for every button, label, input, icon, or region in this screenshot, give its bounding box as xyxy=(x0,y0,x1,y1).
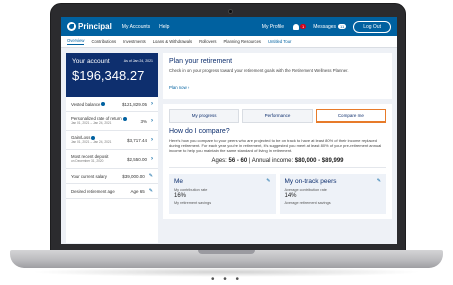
tab-label: Compare me xyxy=(337,113,364,118)
peers-rate-value: 14% xyxy=(284,193,297,199)
peers-title: My on-track peers xyxy=(284,178,337,185)
laptop-lid: Principal My Accounts Help My Profile 1 … xyxy=(50,3,406,252)
chevron-right-icon[interactable]: › xyxy=(151,101,153,107)
peers-column: My on-track peers ✎ Average contribution … xyxy=(279,174,386,214)
info-icon[interactable] xyxy=(122,116,127,121)
top-navbar: Principal My Accounts Help My Profile 1 … xyxy=(61,17,397,36)
nav-my-accounts[interactable]: My Accounts xyxy=(122,24,150,30)
bell-icon[interactable] xyxy=(293,23,300,30)
retirement-age-row[interactable]: Desired retirement age Age 65 ✎ xyxy=(66,184,158,199)
compare-title: How do I compare? xyxy=(169,128,230,135)
row-value: Age 65 xyxy=(130,188,145,194)
edit-icon[interactable]: ✎ xyxy=(149,188,153,194)
subnav-planning[interactable]: Planning Resources xyxy=(224,39,261,44)
account-panel: Your account As of Jan 24, 2021 $196,348… xyxy=(66,53,158,243)
peer-filter: Ages: 56 - 60 | Annual income: $80,000 -… xyxy=(169,158,386,168)
row-sublabel: Jan 01, 2021 – Jan 24, 2021 xyxy=(71,121,112,125)
tab-performance[interactable]: Performance xyxy=(242,109,313,123)
compare-section: How do I compare? Here's how you compare… xyxy=(169,128,386,214)
laptop-mockup: Principal My Accounts Help My Profile 1 … xyxy=(0,0,453,285)
income-value: $80,000 - $89,999 xyxy=(294,158,344,164)
row-value: $3,717.44 xyxy=(126,137,147,143)
tab-label: Performance xyxy=(264,113,291,118)
gain-loss-row[interactable]: Gain/Loss Jan 01, 2021 – Jan 24, 2021 $3,… xyxy=(66,131,158,150)
account-balance: $196,348.27 xyxy=(72,68,145,83)
compare-card: My progress Performance Compare me How d… xyxy=(163,104,392,219)
chevron-right-icon[interactable]: › xyxy=(151,137,153,143)
tab-compare-me[interactable]: Compare me xyxy=(315,109,386,123)
chevron-right-icon[interactable]: › xyxy=(151,118,153,124)
subnav-loans[interactable]: Loans & Withdrawals xyxy=(153,39,192,44)
me-savings-label: My retirement savings xyxy=(174,201,212,205)
vested-balance-row[interactable]: Vested balance $121,829.05 › xyxy=(66,97,158,112)
row-label: Vested balance xyxy=(71,101,101,107)
me-rate-value: 16% xyxy=(174,193,187,199)
chevron-right-icon[interactable]: › xyxy=(151,156,153,162)
compare-text: Here's how you compare to your peers who… xyxy=(169,138,382,153)
tour-link[interactable]: Untitled Tour xyxy=(268,39,391,44)
income-prefix: | Annual income: xyxy=(247,158,295,164)
nav-messages[interactable]: Messages xyxy=(313,24,336,30)
account-summary: Your account As of Jan 24, 2021 $196,348… xyxy=(66,53,158,97)
subnav-contributions[interactable]: Contributions xyxy=(91,39,116,44)
as-of-date: As of Jan 24, 2021 xyxy=(123,59,153,63)
nav-help[interactable]: Help xyxy=(159,24,169,30)
plan-title: Plan your retirement xyxy=(169,58,233,65)
right-panel: Plan your retirement Check in on your pr… xyxy=(163,53,392,243)
ages-value: 56 - 60 xyxy=(228,158,248,164)
edit-icon[interactable]: ✎ xyxy=(377,178,381,185)
pagination-dots[interactable]: • • • xyxy=(0,275,453,285)
laptop-notch xyxy=(198,250,255,254)
edit-icon[interactable]: ✎ xyxy=(266,178,270,185)
logo-icon xyxy=(67,22,76,31)
peers-savings-label: Average retirement savings xyxy=(284,201,331,205)
plan-now-link[interactable]: Plan now › xyxy=(169,85,189,90)
tab-label: My progress xyxy=(191,113,217,118)
row-value: $121,829.05 xyxy=(121,101,147,107)
info-icon[interactable] xyxy=(101,102,106,107)
camera xyxy=(228,9,233,14)
logout-button[interactable]: Log Out xyxy=(353,20,391,33)
row-label: Desired retirement age xyxy=(71,188,115,194)
me-title: Me xyxy=(174,178,184,185)
subnav-overview[interactable]: Overview xyxy=(67,38,85,45)
edit-icon[interactable]: ✎ xyxy=(149,173,153,179)
notification-badge: 1 xyxy=(300,24,307,29)
subnav-rollovers[interactable]: Rollovers xyxy=(199,39,216,44)
main-content: Your account As of Jan 24, 2021 $196,348… xyxy=(61,48,397,244)
row-value: $39,000.00 xyxy=(122,173,145,179)
plan-text: Check in on your progress toward your re… xyxy=(169,68,349,73)
subnav-investments[interactable]: Investments xyxy=(123,39,146,44)
laptop-screen: Principal My Accounts Help My Profile 1 … xyxy=(61,17,397,244)
me-column: Me ✎ My contribution rate 16% My retireme… xyxy=(169,174,276,214)
peers-rate-label: Average contribution rate xyxy=(284,188,327,192)
comparison-columns: Me ✎ My contribution rate 16% My retireme… xyxy=(169,174,386,214)
plan-card: Plan your retirement Check in on your pr… xyxy=(163,53,392,99)
row-value: $2,550.00 xyxy=(126,156,147,162)
recent-deposit-row[interactable]: Most recent deposit on December 31, 2020 … xyxy=(66,150,158,169)
sub-navbar: Overview Contributions Investments Loans… xyxy=(61,36,397,48)
laptop-base xyxy=(10,250,443,268)
nav-my-profile[interactable]: My Profile xyxy=(262,24,284,30)
row-sublabel: on December 31, 2020 xyxy=(71,159,104,163)
salary-row[interactable]: Your current salary $39,000.00 ✎ xyxy=(66,169,158,184)
tab-bar: My progress Performance Compare me xyxy=(169,109,386,123)
row-value: 3% xyxy=(140,118,147,124)
principal-logo[interactable]: Principal xyxy=(67,22,112,31)
tab-my-progress[interactable]: My progress xyxy=(169,109,240,123)
row-sublabel: Jan 01, 2021 – Jan 24, 2021 xyxy=(71,140,112,144)
rate-of-return-row[interactable]: Personalized rate of return Jan 01, 2021 … xyxy=(66,112,158,131)
row-label: Your current salary xyxy=(71,173,107,179)
messages-badge: 11 xyxy=(338,24,347,29)
me-rate-label: My contribution rate xyxy=(174,188,208,192)
ages-prefix: Ages: xyxy=(211,158,229,164)
logo-text: Principal xyxy=(78,22,112,31)
